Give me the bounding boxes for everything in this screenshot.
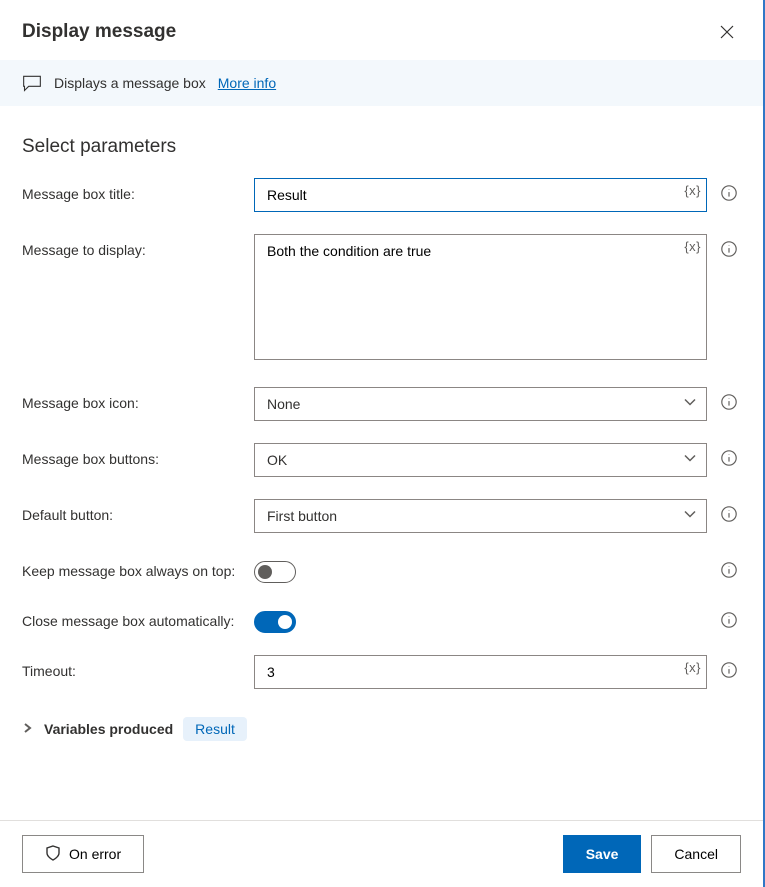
row-timeout: Timeout: {x}: [22, 655, 741, 689]
label-message: Message to display:: [22, 234, 254, 258]
label-ontop: Keep message box always on top:: [22, 555, 254, 579]
label-buttons: Message box buttons:: [22, 443, 254, 467]
on-error-button[interactable]: On error: [22, 835, 144, 873]
dialog-title: Display message: [22, 21, 176, 43]
label-default: Default button:: [22, 499, 254, 523]
chevron-right-icon: [22, 721, 34, 737]
banner-text: Displays a message box: [54, 75, 206, 91]
dialog-header: Display message: [0, 0, 763, 60]
message-box-buttons-select[interactable]: OK: [254, 443, 707, 477]
message-box-title-input[interactable]: [254, 178, 707, 212]
info-icon-title[interactable]: [717, 178, 741, 202]
timeout-input[interactable]: [254, 655, 707, 689]
info-icon-message[interactable]: [717, 234, 741, 258]
info-icon-autoclose[interactable]: [717, 605, 741, 629]
row-message: Message to display: {x}: [22, 234, 741, 365]
content-area: Select parameters Message box title: {x}…: [0, 106, 763, 761]
info-banner: Displays a message box More info: [0, 60, 763, 106]
variables-produced-label: Variables produced: [44, 721, 173, 737]
default-button-select[interactable]: First button: [254, 499, 707, 533]
row-default: Default button: First button: [22, 499, 741, 533]
default-select-value: First button: [267, 508, 337, 524]
cancel-button[interactable]: Cancel: [651, 835, 741, 873]
icon-select-value: None: [267, 396, 300, 412]
more-info-link[interactable]: More info: [218, 75, 276, 91]
close-icon: [720, 25, 734, 39]
info-icon-icon[interactable]: [717, 387, 741, 411]
variable-chip[interactable]: Result: [183, 717, 247, 741]
row-title: Message box title: {x}: [22, 178, 741, 212]
row-buttons: Message box buttons: OK: [22, 443, 741, 477]
on-error-label: On error: [69, 846, 121, 862]
message-icon: [22, 74, 42, 92]
save-button[interactable]: Save: [563, 835, 642, 873]
shield-icon: [45, 845, 61, 864]
close-button[interactable]: [713, 18, 741, 46]
info-icon-buttons[interactable]: [717, 443, 741, 467]
dialog-footer: On error Save Cancel: [0, 820, 763, 887]
auto-close-toggle[interactable]: [254, 611, 296, 633]
always-on-top-toggle[interactable]: [254, 561, 296, 583]
variable-token-button[interactable]: {x}: [684, 183, 701, 198]
variable-token-button[interactable]: {x}: [684, 239, 701, 254]
label-timeout: Timeout:: [22, 655, 254, 679]
row-autoclose: Close message box automatically:: [22, 605, 741, 633]
message-box-icon-select[interactable]: None: [254, 387, 707, 421]
info-icon-default[interactable]: [717, 499, 741, 523]
label-title: Message box title:: [22, 178, 254, 202]
section-title: Select parameters: [22, 136, 741, 158]
row-icon: Message box icon: None: [22, 387, 741, 421]
info-icon-timeout[interactable]: [717, 655, 741, 679]
variables-produced-row[interactable]: Variables produced Result: [22, 711, 741, 751]
info-icon-ontop[interactable]: [717, 555, 741, 579]
message-to-display-input[interactable]: [254, 234, 707, 360]
label-icon: Message box icon:: [22, 387, 254, 411]
label-autoclose: Close message box automatically:: [22, 605, 254, 629]
buttons-select-value: OK: [267, 452, 287, 468]
variable-token-button[interactable]: {x}: [684, 660, 701, 675]
row-ontop: Keep message box always on top:: [22, 555, 741, 583]
